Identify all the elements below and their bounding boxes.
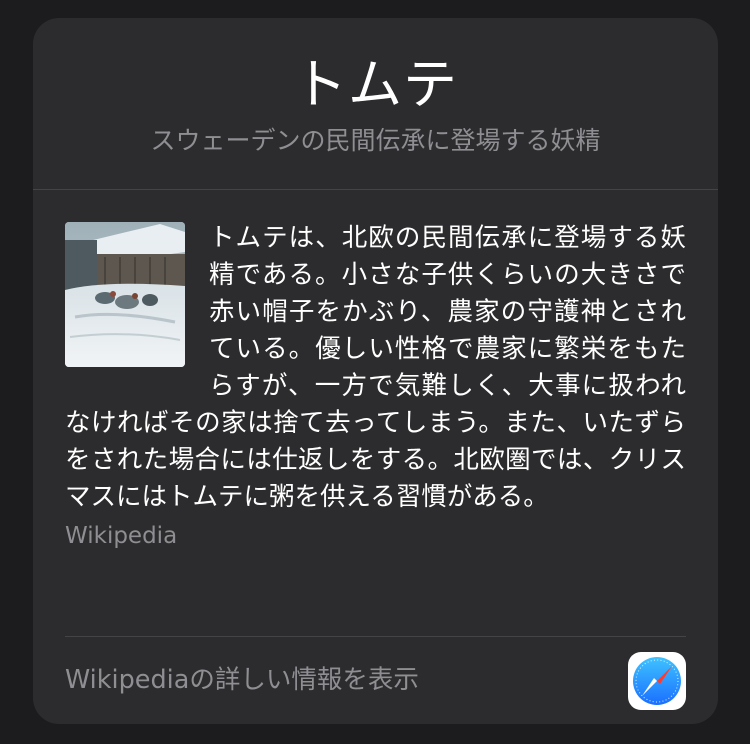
- card-header: トムテ スウェーデンの民間伝承に登場する妖精: [33, 18, 718, 190]
- source-label: Wikipedia: [65, 523, 178, 549]
- knowledge-card: トムテ スウェーデンの民間伝承に登場する妖精 トムテは、北欧の民間伝承に登場する…: [33, 18, 718, 724]
- card-footer: Wikipediaの詳しい情報を表示: [65, 636, 686, 723]
- show-more-link[interactable]: Wikipediaの詳しい情報を表示: [65, 663, 419, 697]
- card-body: トムテは、北欧の民間伝承に登場する妖精である。小さな子供くらいの大きさで赤い帽子…: [33, 190, 718, 606]
- card-subtitle: スウェーデンの民間伝承に登場する妖精: [150, 126, 601, 155]
- card-title: トムテ: [293, 53, 458, 116]
- safari-compass-icon[interactable]: [628, 652, 686, 710]
- painting-thumbnail[interactable]: [65, 222, 185, 367]
